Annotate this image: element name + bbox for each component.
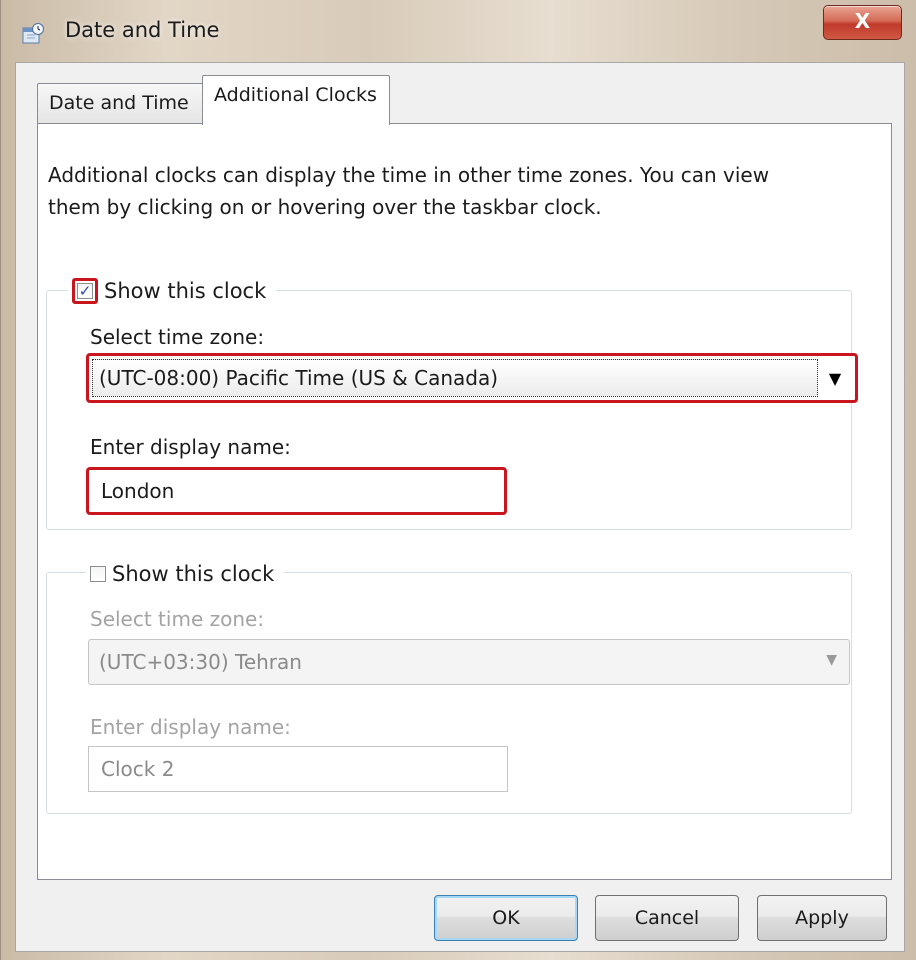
clock2-show-label: Show this clock xyxy=(112,562,275,586)
clock1-timezone-value: (UTC-08:00) Pacific Time (US & Canada) xyxy=(92,359,818,397)
clock2-timezone-label: Select time zone: xyxy=(90,607,265,631)
clock1-show-label: Show this clock xyxy=(104,279,267,303)
dropdown-arrow-icon: ▼ xyxy=(826,652,837,668)
apply-button[interactable]: Apply xyxy=(757,895,887,941)
ok-button[interactable]: OK xyxy=(434,895,578,941)
clock1-timezone-label: Select time zone: xyxy=(90,325,265,349)
title-bar[interactable]: Date and Time X xyxy=(1,0,916,62)
clock1-display-name-input[interactable]: London xyxy=(86,467,507,515)
tab-additional-clocks[interactable]: Additional Clocks xyxy=(202,75,390,125)
clock1-timezone-select[interactable]: (UTC-08:00) Pacific Time (US & Canada) ▼ xyxy=(86,353,858,403)
clock1-display-name-label: Enter display name: xyxy=(90,435,291,459)
close-icon: X xyxy=(854,9,871,33)
calendar-clock-icon xyxy=(22,23,44,44)
date-time-dialog: Date and Time X Date and Time Additional… xyxy=(0,0,916,960)
tab-label: Date and Time xyxy=(49,92,189,114)
clock2-show-checkbox[interactable] xyxy=(90,566,106,582)
dropdown-arrow-icon: ▼ xyxy=(828,368,842,388)
window-title: Date and Time xyxy=(65,18,220,42)
clock1-show-checkbox-row[interactable]: ✓ Show this clock xyxy=(68,277,277,305)
clock2-display-name-input[interactable]: Clock 2 xyxy=(88,746,508,792)
clock2-timezone-select[interactable]: (UTC+03:30) Tehran ▼ xyxy=(88,639,850,685)
clock2-timezone-value: (UTC+03:30) Tehran xyxy=(99,650,302,674)
highlight-box: ✓ xyxy=(72,278,98,304)
tab-label: Additional Clocks xyxy=(214,84,377,106)
clock1-show-checkbox[interactable]: ✓ xyxy=(77,283,93,299)
tab-date-and-time[interactable]: Date and Time xyxy=(37,83,208,123)
close-button[interactable]: X xyxy=(823,5,902,40)
clock2-show-checkbox-row[interactable]: Show this clock xyxy=(86,560,285,588)
description-text: Additional clocks can display the time i… xyxy=(48,163,770,219)
clock2-display-name-label: Enter display name: xyxy=(90,715,291,739)
dialog-client-area: Date and Time Additional Clocks Addition… xyxy=(15,62,905,952)
cancel-button[interactable]: Cancel xyxy=(595,895,739,941)
